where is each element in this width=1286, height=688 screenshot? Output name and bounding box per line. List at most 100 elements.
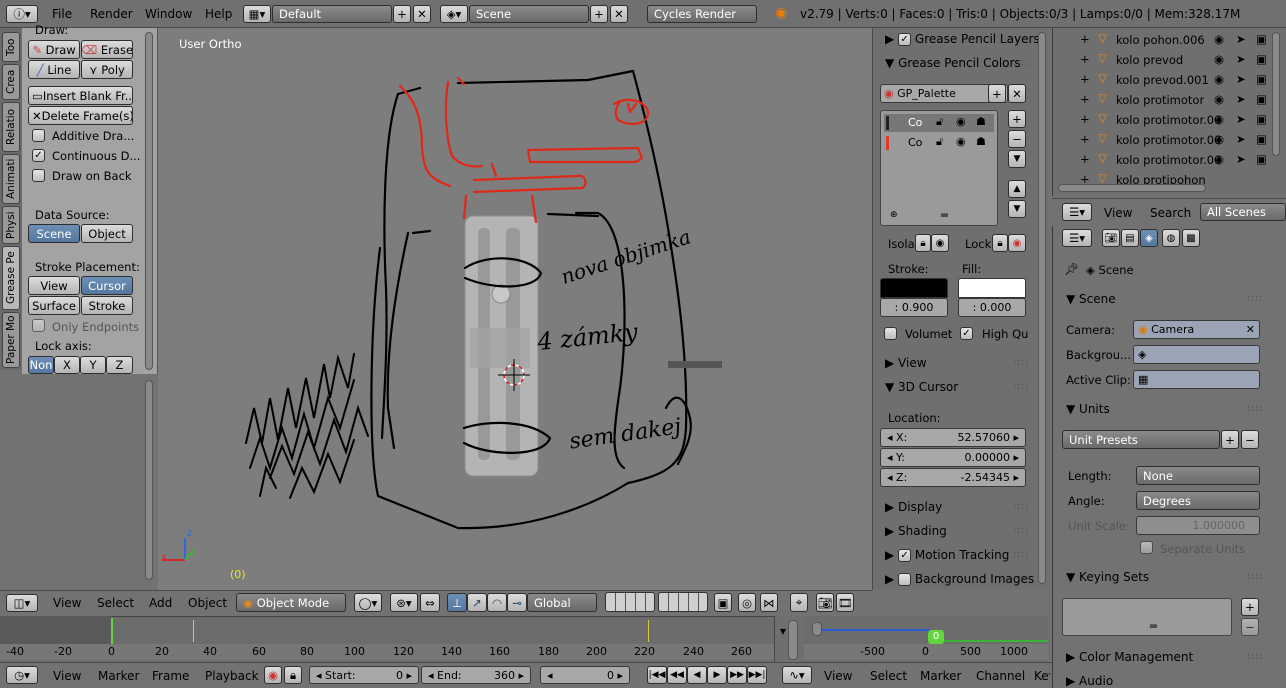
poly-button[interactable]: ⋎ Poly bbox=[81, 60, 133, 79]
ghost-icon[interactable]: ☗ bbox=[976, 115, 986, 128]
render-layers-tab-icon[interactable]: ▤ bbox=[1121, 229, 1139, 247]
cursor-icon[interactable]: ➤ bbox=[1236, 32, 1246, 46]
outliner-editor-type-button[interactable]: ☰▾ bbox=[1062, 203, 1092, 221]
cursor-icon[interactable]: ➤ bbox=[1236, 112, 1246, 126]
view-panel-header[interactable]: ▶ View bbox=[885, 356, 927, 370]
tab-physics[interactable]: Physi bbox=[2, 206, 20, 244]
layer-buttons-left[interactable] bbox=[605, 592, 655, 612]
render-tab-icon[interactable]: 📷︎ bbox=[1102, 229, 1120, 247]
cursor-icon[interactable]: ➤ bbox=[1236, 92, 1246, 106]
graph-menu-select[interactable]: Select bbox=[870, 669, 907, 683]
angle-select[interactable]: Degrees bbox=[1136, 491, 1260, 510]
view3d-menu-select[interactable]: Select bbox=[97, 596, 134, 610]
tab-relations[interactable]: Relatio bbox=[2, 102, 20, 152]
outliner-menu-view[interactable]: View bbox=[1104, 206, 1132, 220]
timeline-editor-type-button[interactable]: ◷▾ bbox=[6, 666, 38, 684]
audio-panel-header[interactable]: ▶ Audio bbox=[1066, 674, 1113, 688]
isolate-lock-button[interactable]: 🔒︎ bbox=[915, 234, 931, 252]
insert-blank-frame-button[interactable]: ▭ Insert Blank Fr... bbox=[28, 86, 133, 105]
eye-icon[interactable]: ◉ bbox=[1214, 92, 1224, 106]
viewport-shading-button[interactable]: ◯▾ bbox=[354, 593, 382, 612]
scene-panel-header[interactable]: ▼ Scene bbox=[1066, 292, 1116, 306]
scene-icon[interactable]: ◈▾ bbox=[440, 5, 468, 23]
camera-icon[interactable]: ▣ bbox=[1256, 152, 1267, 166]
properties-editor-type-button[interactable]: ☰▾ bbox=[1062, 229, 1092, 247]
render-engine-select[interactable]: Cycles Render bbox=[647, 5, 757, 23]
camera-icon[interactable]: ▣ bbox=[1256, 112, 1267, 126]
move-color-up-button[interactable]: ▲ bbox=[1008, 180, 1026, 198]
play-icon[interactable]: ▶ bbox=[707, 666, 727, 684]
unlock-icon[interactable]: 🔓︎ bbox=[936, 135, 943, 149]
remove-palette-button[interactable]: ✕ bbox=[1008, 84, 1026, 103]
gp-colors-panel-header[interactable]: ▼ Grease Pencil Colors bbox=[885, 56, 1021, 70]
keying-sets-panel-header[interactable]: ▼ Keying Sets bbox=[1066, 570, 1149, 584]
outliner-display-mode[interactable]: All Scenes bbox=[1200, 203, 1286, 221]
render-image-icon[interactable]: 📷︎ bbox=[816, 593, 834, 612]
draw-on-back-checkbox[interactable] bbox=[32, 169, 45, 182]
scene-select[interactable]: Scene bbox=[469, 5, 589, 23]
unit-scale-field[interactable]: 1.000000 bbox=[1136, 516, 1260, 535]
graph-menu-marker[interactable]: Marker bbox=[920, 669, 961, 683]
proportional-edit-icon[interactable]: ◎ bbox=[738, 593, 756, 612]
lock-axis-none[interactable]: Non bbox=[28, 356, 54, 374]
scene-tab-icon[interactable]: ◈ bbox=[1140, 229, 1158, 247]
menu-window[interactable]: Window bbox=[145, 7, 192, 21]
background-set-field[interactable]: ◈ bbox=[1133, 345, 1260, 364]
ghost-icon[interactable]: ☗ bbox=[976, 135, 986, 148]
graph-menu-key[interactable]: Key bbox=[1034, 669, 1050, 683]
jump-keyframe-back-icon[interactable]: ◀◀ bbox=[667, 666, 687, 684]
list-filter-icon[interactable]: ⊕ bbox=[890, 210, 898, 220]
lock-axis-y[interactable]: Y bbox=[80, 356, 106, 374]
operator-panel-scrollbar[interactable] bbox=[145, 380, 153, 580]
fill-opacity-field[interactable]: : 0.000 bbox=[958, 298, 1026, 317]
graph-scrollbar-vertical[interactable] bbox=[788, 620, 798, 660]
view3d-menu-add[interactable]: Add bbox=[149, 596, 172, 610]
draw-button[interactable]: ✎ Draw bbox=[28, 40, 80, 59]
gp-layers-panel-header[interactable]: ▶ ✓ Grease Pencil Layers bbox=[885, 32, 1040, 46]
panel-grip[interactable]: :::: bbox=[1013, 502, 1029, 512]
outliner-row[interactable]: + ▽ kolo protimotor.00 ◉ ➤ ▣ bbox=[1056, 130, 1272, 150]
camera-field[interactable]: ◉ Camera ✕ bbox=[1133, 320, 1260, 339]
remove-unit-preset-button[interactable]: − bbox=[1241, 430, 1259, 449]
pivot-point-button[interactable]: ⊛▾ bbox=[390, 593, 418, 612]
display-panel-header[interactable]: ▶ Display bbox=[885, 500, 942, 514]
tool-shelf-scrollbar[interactable] bbox=[145, 32, 153, 370]
erase-button[interactable]: ⌫ Erase bbox=[81, 40, 133, 59]
outliner-row[interactable]: + ▽ kolo protimotor ◉ ➤ ▣ bbox=[1056, 90, 1272, 110]
menu-render[interactable]: Render bbox=[90, 7, 133, 21]
color-management-panel-header[interactable]: ▶ Color Management bbox=[1066, 650, 1193, 664]
keying-lock-icon[interactable]: 🔒︎ bbox=[284, 666, 302, 684]
tab-paper-model[interactable]: Paper Mo bbox=[2, 312, 20, 368]
list-resize-icon[interactable]: ═ bbox=[1150, 619, 1157, 633]
stroke-opacity-field[interactable]: : 0.900 bbox=[880, 298, 948, 317]
start-frame-field[interactable]: ◂ Start: 0 ▸ bbox=[309, 666, 419, 684]
placement-cursor-button[interactable]: Cursor bbox=[81, 276, 133, 295]
camera-icon[interactable]: ▣ bbox=[1256, 92, 1267, 106]
camera-icon[interactable]: ▣ bbox=[1256, 72, 1267, 86]
color-item-2[interactable]: Co 🔓︎ ◉ ☗ bbox=[884, 134, 994, 152]
remove-keying-set-button[interactable]: − bbox=[1241, 618, 1259, 636]
data-source-object-button[interactable]: Object bbox=[81, 224, 133, 243]
eye-icon[interactable]: ◉ bbox=[1214, 132, 1224, 146]
snap-target-icon[interactable]: ⌖ bbox=[790, 593, 808, 612]
interaction-mode-select[interactable]: ◉ Object Mode bbox=[236, 593, 346, 612]
world-tab-icon[interactable]: ◍ bbox=[1162, 229, 1180, 247]
lock-color-button[interactable]: ◉ bbox=[1008, 234, 1026, 252]
lock-layers-icon[interactable]: ▣ bbox=[714, 593, 732, 612]
isolate-eye-button[interactable]: ◉ bbox=[931, 234, 949, 252]
unlock-icon[interactable]: 🔓︎ bbox=[936, 115, 943, 129]
eye-icon[interactable]: ◉ bbox=[956, 115, 966, 128]
add-color-button[interactable]: + bbox=[1008, 110, 1026, 128]
rotate-manipulator-button[interactable]: ◠ bbox=[487, 593, 507, 612]
motion-tracking-panel-header[interactable]: ▶ ✓ Motion Tracking bbox=[885, 548, 1009, 562]
camera-icon[interactable]: ▣ bbox=[1256, 132, 1267, 146]
data-source-scene-button[interactable]: Scene bbox=[28, 224, 80, 243]
stroke-color-swatch[interactable] bbox=[880, 278, 948, 298]
camera-icon[interactable]: ▣ bbox=[1256, 32, 1267, 46]
timeline-menu-view[interactable]: View bbox=[53, 669, 81, 683]
texture-tab-icon[interactable]: ▩ bbox=[1182, 229, 1200, 247]
layout-icon[interactable]: ▦▾ bbox=[243, 5, 271, 23]
graph-menu-view[interactable]: View bbox=[824, 669, 852, 683]
length-select[interactable]: None bbox=[1136, 466, 1260, 485]
cursor-icon[interactable]: ➤ bbox=[1236, 152, 1246, 166]
